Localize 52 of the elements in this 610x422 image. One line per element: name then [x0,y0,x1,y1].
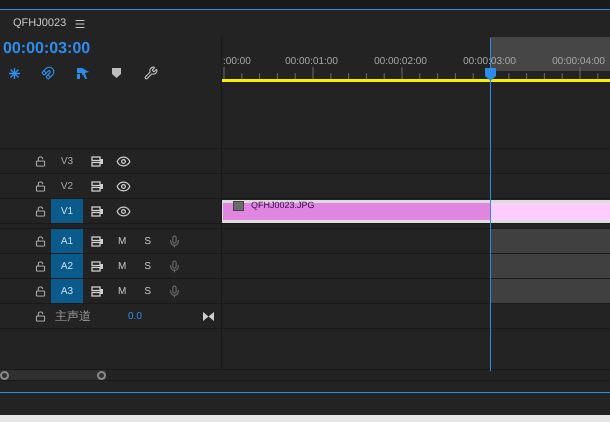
eye-icon[interactable] [116,178,131,194]
linked-selection-icon[interactable] [76,66,90,80]
timecode-display[interactable]: 00:00:03:00 [3,37,90,61]
solo-button[interactable]: S [144,284,152,298]
microphone-icon[interactable] [168,284,182,298]
mute-button[interactable]: M [118,284,126,298]
clip-name: QFHJ0023.JPG [251,200,315,210]
mute-button[interactable]: M [118,258,126,274]
mute-button[interactable]: M [118,234,126,248]
track-target-toggle[interactable]: A2 [51,254,83,278]
track-target-toggle[interactable]: A3 [51,279,83,303]
ruler-time-label: 00:00:02:00 [373,55,428,69]
track-target-toggle[interactable]: V1 [51,199,83,223]
microphone-icon[interactable] [168,260,182,272]
master-volume-value[interactable]: 0.0 [128,308,142,324]
track-output-icon[interactable] [91,206,104,216]
track-target-toggle[interactable]: A1 [51,229,83,253]
track-output-icon[interactable] [91,260,104,272]
track-output-icon[interactable] [91,180,104,192]
scrollbar-thumb[interactable] [0,370,106,380]
eye-icon[interactable] [116,154,131,168]
track-output-icon[interactable] [91,286,104,296]
lock-icon[interactable] [35,156,46,166]
track-target-toggle[interactable]: V3 [51,149,83,173]
snap-icon[interactable] [41,66,55,80]
scroll-handle[interactable] [97,370,106,380]
solo-button[interactable]: S [144,258,152,274]
scroll-handle[interactable] [0,370,9,380]
lock-icon[interactable] [35,310,46,322]
nest-sequence-icon[interactable] [8,66,21,80]
ruler-time-label: :00:00 [222,55,252,69]
lock-icon[interactable] [35,286,46,296]
track-output-icon[interactable] [91,156,104,166]
settings-icon[interactable] [144,66,158,80]
lock-icon[interactable] [35,260,46,272]
microphone-icon[interactable] [168,234,182,248]
lock-icon[interactable] [35,180,46,192]
effects-icon [233,200,244,210]
menu-icon[interactable] [74,18,86,30]
sequence-tab[interactable]: QFHJ0023 [13,15,66,32]
track-output-icon[interactable] [91,236,104,246]
master-track-label: 主声道 [55,308,91,325]
bowtie-icon[interactable] [202,312,214,320]
lock-icon[interactable] [35,236,46,246]
ruler-time-label: 00:00:04:00 [551,55,606,69]
solo-button[interactable]: S [144,234,152,248]
lock-icon[interactable] [35,206,46,216]
clip-bar[interactable]: QFHJ0023.JPG [222,200,610,222]
eye-icon[interactable] [116,204,131,218]
marker-icon[interactable] [112,68,121,78]
track-target-toggle[interactable]: V2 [51,174,83,198]
ruler-time-label: 00:00:01:00 [284,55,339,69]
